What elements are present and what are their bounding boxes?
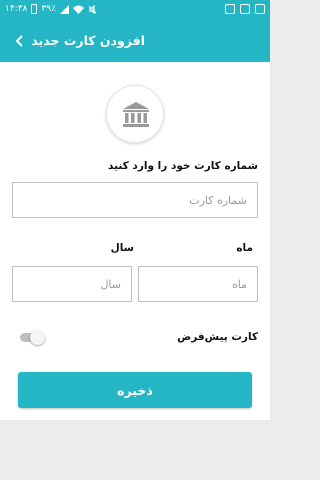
app-bar: افزودن کارت جدید [0,20,270,62]
bank-avatar [106,85,164,143]
month-input[interactable] [138,266,258,302]
default-card-label: کارت پیش‌فرض [177,331,258,343]
default-card-toggle[interactable] [19,329,45,347]
status-bar: ۱۴:۳۸ ۳۹٪ [0,0,270,20]
page-title: افزودن کارت جدید [31,33,145,48]
add-card-form: شماره کارت خود را وارد کنید ماه سال کارت… [0,62,270,420]
card-number-input[interactable] [12,182,258,218]
image-icon [255,4,265,14]
month-label: ماه [236,242,253,254]
battery-level: ۳۹٪ [41,4,56,14]
bank-icon [123,102,149,127]
signal-icon [59,4,69,14]
toggle-thumb [30,330,45,345]
back-button[interactable] [10,31,30,51]
notification-icon [225,4,235,14]
gallery-icon [240,4,250,14]
save-button[interactable]: ذخیره [18,372,252,408]
year-input[interactable] [12,266,132,302]
year-label: سال [110,242,134,254]
mute-icon [88,4,97,14]
status-right [225,4,265,14]
clock: ۱۴:۳۸ [5,4,28,14]
status-left: ۱۴:۳۸ ۳۹٪ [5,4,97,14]
card-number-instruction: شماره کارت خود را وارد کنید [108,160,258,172]
wifi-icon [72,5,84,14]
battery-icon [31,4,38,14]
chevron-left-icon [15,35,23,47]
